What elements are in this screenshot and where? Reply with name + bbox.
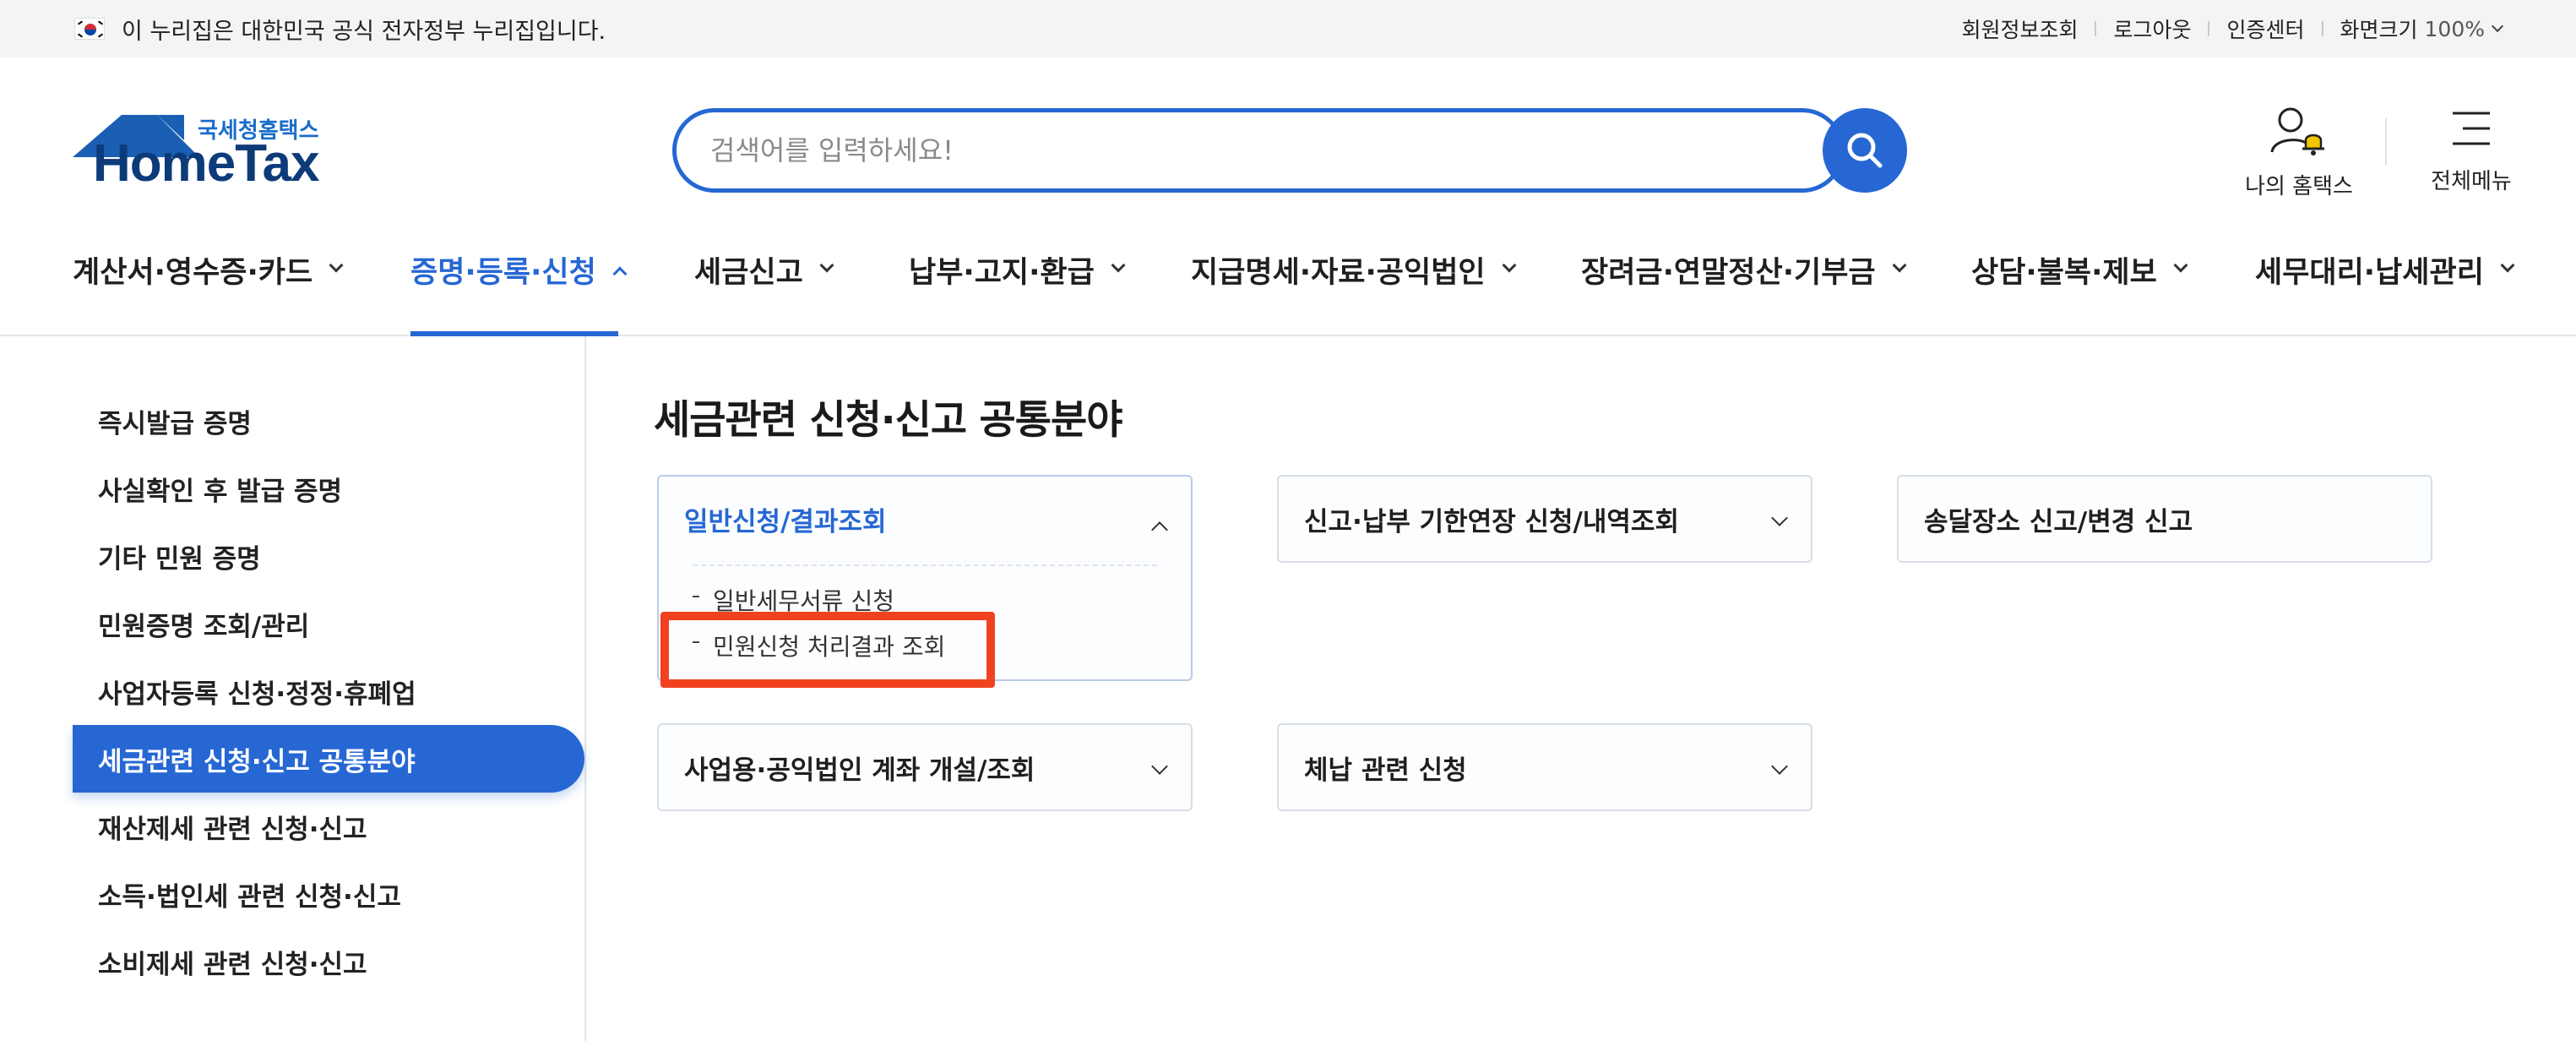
card-title: 신고·납부 기한연장 신청/내역조회 (1304, 506, 1679, 537)
all-menu-label: 전체메뉴 (2431, 169, 2512, 194)
gnb-item-label: 상담·불복·제보 (1971, 256, 2157, 290)
chevron-down-icon (1502, 258, 1517, 273)
gnb-item-incentive[interactable]: 장려금·연말정산·기부금 (1581, 228, 1907, 336)
logo-text: HomeTax (93, 134, 319, 193)
gnb-item-invoice[interactable]: 계산서·영수증·카드 (73, 228, 344, 336)
gnb-item-agent[interactable]: 세무대리·납세관리 (2255, 228, 2515, 336)
cert-center-link[interactable]: 인증센터 (2226, 14, 2304, 44)
card-arrears[interactable]: 체납 관련 신청 (1277, 723, 1812, 811)
my-hometax-label: 나의 홈택스 (2245, 174, 2353, 199)
card-business-account[interactable]: 사업용·공익법인 계좌 개설/조회 (657, 723, 1193, 811)
sidebar: 즉시발급 증명 사실확인 후 발급 증명 기타 민원 증명 민원증명 조회/관리… (0, 336, 586, 1041)
card-title[interactable]: 일반신청/결과조회 (684, 477, 886, 561)
gnb-item-label: 납부·고지·환급 (909, 256, 1095, 290)
search-button[interactable] (1823, 108, 1907, 193)
chevron-down-icon (1892, 258, 1907, 273)
divider (2385, 118, 2387, 166)
sidebar-item-property-tax[interactable]: 재산제세 관련 신청·신고 (73, 793, 584, 860)
chevron-up-icon[interactable] (1151, 521, 1168, 538)
gnb-item-consult[interactable]: 상담·불복·제보 (1971, 228, 2188, 336)
zoom-control[interactable]: 화면크기 100% (2340, 14, 2504, 44)
page-title: 세금관련 신청·신고 공통분야 (654, 397, 1122, 444)
gnb-item-label: 세무대리·납세관리 (2255, 256, 2484, 290)
gnb-item-label: 장려금·연말정산·기부금 (1581, 256, 1876, 290)
search-icon (1847, 133, 1883, 168)
gnb-item-label: 증명·등록·신청 (410, 256, 596, 290)
chevron-down-icon (1771, 510, 1788, 526)
divider (2321, 21, 2323, 36)
user-bell-icon (2270, 107, 2324, 155)
chevron-down-icon (1151, 758, 1168, 775)
my-hometax-button[interactable]: 나의 홈택스 (2242, 105, 2356, 200)
gov-notice-text: 이 누리집은 대한민국 공식 전자정부 누리집입니다. (122, 18, 606, 45)
chevron-down-icon (2491, 19, 2504, 33)
divider (693, 564, 1157, 566)
gnb-item-label: 세금신고 (694, 256, 803, 290)
gnb-item-statement[interactable]: 지급명세·자료·공익법인 (1191, 228, 1517, 336)
divider (2208, 21, 2210, 36)
chevron-down-icon (329, 258, 344, 273)
divider (2095, 21, 2097, 36)
chevron-down-icon (819, 258, 834, 273)
highlight-box (660, 612, 995, 688)
gov-notice: 이 누리집은 대한민국 공식 전자정부 누리집입니다. (74, 0, 606, 57)
korean-flag-icon (74, 18, 105, 40)
sidebar-item-fact-cert[interactable]: 사실확인 후 발급 증명 (73, 455, 584, 522)
chevron-down-icon (1771, 758, 1788, 775)
zoom-value: 100% (2424, 16, 2485, 41)
gnb-item-certificate[interactable]: 증명·등록·신청 (410, 228, 628, 336)
sidebar-item-other-cert[interactable]: 기타 민원 증명 (73, 522, 584, 590)
chevron-down-icon (1111, 258, 1126, 273)
hometax-logo[interactable]: 국세청홈택스 HomeTax (73, 108, 326, 193)
card-delivery-address[interactable]: 송달장소 신고/변경 신고 (1897, 475, 2432, 563)
utility-links: 회원정보조회 로그아웃 인증센터 화면크기 100% (1961, 0, 2504, 57)
search-input[interactable] (710, 112, 1724, 188)
sidebar-item-instant-cert[interactable]: 즉시발급 증명 (73, 387, 584, 455)
chevron-down-icon (2173, 258, 2188, 273)
gnb-item-label: 계산서·영수증·카드 (73, 256, 313, 290)
sidebar-item-income-tax[interactable]: 소득·법인세 관련 신청·신고 (73, 860, 584, 928)
dash-icon (693, 596, 699, 597)
hamburger-menu-icon (2453, 112, 2490, 145)
card-deadline-extension[interactable]: 신고·납부 기한연장 신청/내역조회 (1277, 475, 1812, 563)
sidebar-item-business-reg[interactable]: 사업자등록 신청·정정·휴폐업 (73, 657, 584, 725)
gnb-item-tax-report[interactable]: 세금신고 (694, 228, 834, 336)
zoom-label: 화면크기 (2340, 18, 2418, 42)
gnb-item-label: 지급명세·자료·공익법인 (1191, 256, 1486, 290)
logout-link[interactable]: 로그아웃 (2113, 14, 2191, 44)
search-box (672, 108, 1845, 193)
gnb-item-payment[interactable]: 납부·고지·환급 (909, 228, 1126, 336)
card-title: 사업용·공익법인 계좌 개설/조회 (684, 755, 1035, 786)
sidebar-item-consumption-tax[interactable]: 소비제세 관련 신청·신고 (73, 928, 584, 995)
chevron-up-icon (612, 266, 628, 281)
card-title: 송달장소 신고/변경 신고 (1924, 506, 2193, 537)
top-utility-bar: 이 누리집은 대한민국 공식 전자정부 누리집입니다. 회원정보조회 로그아웃 … (0, 0, 2576, 57)
all-menu-button[interactable]: 전체메뉴 (2421, 105, 2522, 195)
card-title: 체납 관련 신청 (1304, 755, 1467, 786)
sidebar-item-cert-manage[interactable]: 민원증명 조회/관리 (73, 590, 584, 657)
chevron-down-icon (2500, 258, 2515, 273)
sidebar-item-tax-common[interactable]: 세금관련 신청·신고 공통분야 (73, 725, 584, 793)
member-info-link[interactable]: 회원정보조회 (1961, 14, 2078, 44)
main-navigation: 계산서·영수증·카드 증명·등록·신청 세금신고 납부·고지·환급 지급명세·자… (0, 228, 2576, 336)
